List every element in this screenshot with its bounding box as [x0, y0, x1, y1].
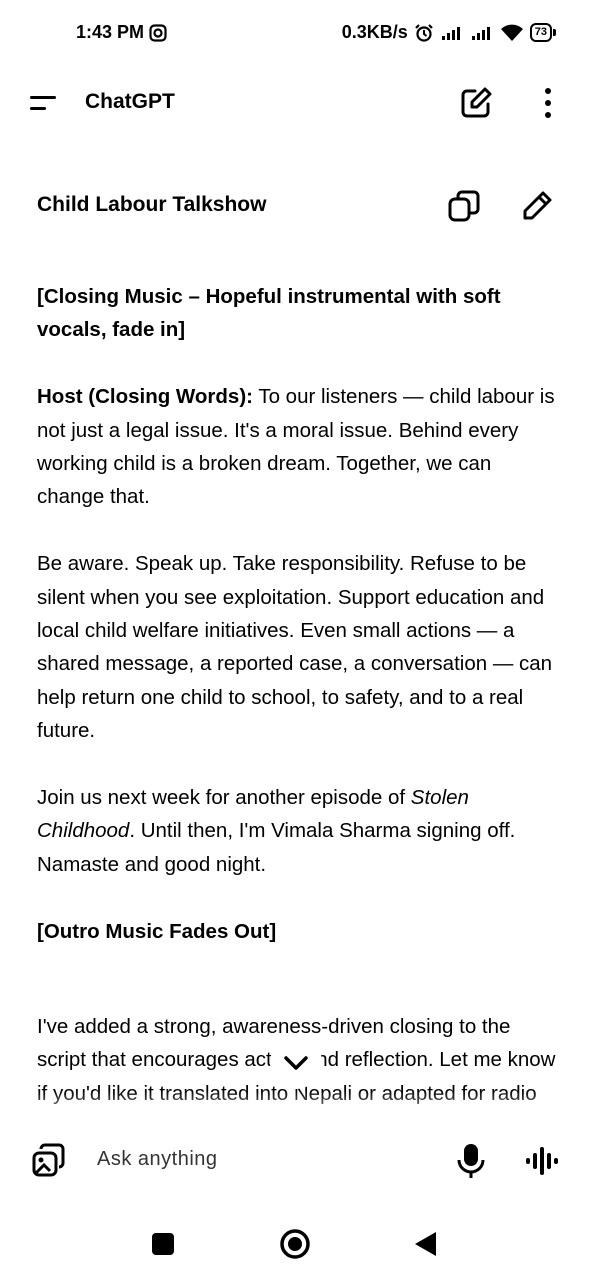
home-icon[interactable] [279, 1228, 311, 1260]
scroll-down-button[interactable] [270, 1037, 322, 1089]
status-time-text: 1:43 PM [76, 22, 145, 42]
message-text: Join us next week for another episode of [37, 786, 411, 810]
net-speed: 0.3KB/s [341, 22, 408, 42]
status-time: 1:43 PM [76, 22, 167, 43]
signal-icon-2 [471, 26, 490, 40]
voice-mode-icon[interactable] [523, 1145, 559, 1177]
app-title[interactable]: ChatGPT [85, 90, 175, 114]
message-paragraph: [Closing Music – Hopeful instrumental wi… [37, 280, 557, 347]
message-paragraph: Join us next week for another episode of… [37, 781, 557, 881]
stage-direction: [Closing Music – Hopeful instrumental wi… [37, 285, 501, 342]
alarm-icon [414, 23, 433, 42]
more-options-icon[interactable] [535, 86, 561, 120]
message-input[interactable]: Ask anything [97, 1148, 218, 1171]
instagram-notification-icon [149, 23, 167, 42]
wifi-icon [500, 24, 523, 41]
message-paragraph: Be aware. Speak up. Take responsibility.… [37, 547, 557, 747]
recent-apps-icon[interactable] [151, 1232, 175, 1256]
signal-icon-1 [441, 26, 460, 40]
status-indicators: 0.3KB/s 73 [341, 22, 557, 43]
menu-icon[interactable] [28, 92, 58, 114]
message-paragraph: [Outro Music Fades Out] [37, 915, 557, 948]
message-paragraph: Host (Closing Words): To our listeners —… [37, 380, 557, 514]
message-text: Be aware. Speak up. Take responsibility.… [37, 552, 553, 743]
back-icon[interactable] [412, 1230, 440, 1258]
edit-icon[interactable] [519, 188, 555, 224]
composer-backdrop [0, 1118, 590, 1138]
attach-image-icon[interactable] [30, 1142, 68, 1180]
copy-icon[interactable] [446, 188, 482, 224]
chevron-down-icon [284, 1056, 308, 1070]
new-chat-icon[interactable] [459, 86, 493, 120]
conversation-title: Child Labour Talkshow [37, 193, 267, 216]
stage-direction: [Outro Music Fades Out] [37, 919, 277, 943]
battery-indicator: 73 [529, 23, 557, 42]
microphone-icon[interactable] [455, 1142, 487, 1180]
speaker-label: Host (Closing Words): [37, 385, 253, 409]
